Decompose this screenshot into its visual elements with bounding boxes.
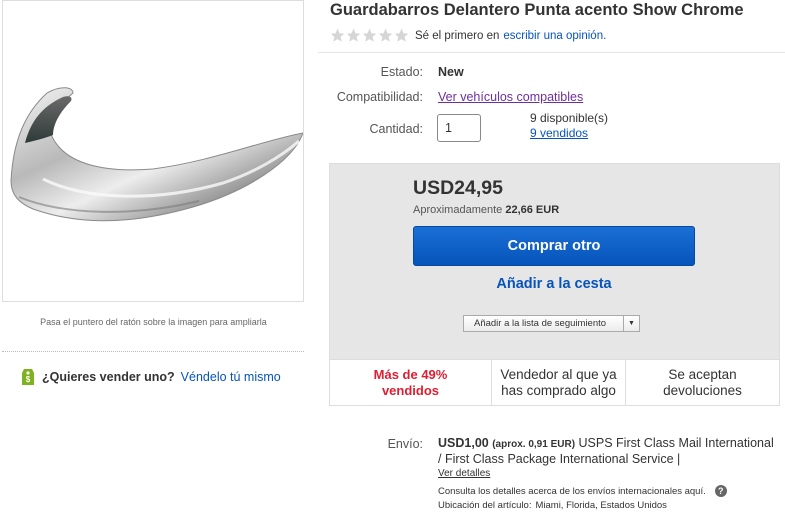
approx-label: Aproximadamente [413,204,503,216]
rating-row: Sé el primero en escribir una opinión. [330,28,606,43]
compat-label: Compatibilidad: [336,90,423,104]
approx-price: Aproximadamente 22,66 EUR [413,204,559,216]
product-image[interactable] [2,0,304,302]
item-location: Ubicación del artículo: Miami, Florida, E… [438,500,667,511]
info-row: Más de 49% vendidos Vendedor al que ya h… [329,360,780,406]
shipping-amount: USD1,00 [438,436,489,450]
sold-count-link[interactable]: 9 vendidos [530,126,588,140]
watchlist-label: Añadir a la lista de seguimiento [474,318,607,329]
sell-it-link[interactable]: Véndelo tú mismo [181,370,281,384]
buy-again-button[interactable]: Comprar otro [413,226,695,266]
sell-one-row: $ ¿Quieres vender uno? Véndelo tú mismo [20,367,281,387]
sell-question: ¿Quieres vender uno? [42,370,175,384]
price-tag-icon: $ [22,369,34,385]
approx-value: 22,66 EUR [505,204,560,216]
divider [318,52,785,53]
product-title: Guardabarros Delantero Punta acento Show… [330,1,744,19]
help-icon[interactable]: ? [714,485,727,497]
location-label: Ubicación del artículo: [438,500,532,511]
svg-text:$: $ [26,375,31,384]
rating-stars [330,28,409,43]
shipping-approx: (aprox. 0,91 EUR) [492,439,576,450]
compat-link[interactable]: Ver vehículos compatibles [438,90,583,104]
shipping-details-link[interactable]: Ver detalles [438,468,490,479]
condition-value: New [438,65,464,79]
rating-text: Sé el primero en [415,29,500,42]
condition-label: Estado: [380,65,423,79]
intl-shipping-note: Consulta los detalles acerca de los enví… [438,485,727,497]
location-value: Miami, Florida, Estados Unidos [535,500,667,511]
shipping-service: USPS First Class Mail International / Fi… [438,436,774,466]
qty-label: Cantidad: [369,122,423,136]
sold-percent: Más de 49% vendidos [373,366,448,398]
add-to-cart-link[interactable]: Añadir a la cesta [413,276,695,292]
price: USD24,95 [413,177,503,199]
zoom-hint: Pasa el puntero del ratón sobre la image… [40,317,267,327]
shipping-label: Envío: [387,437,423,451]
star-icon [346,28,361,42]
quantity-input[interactable]: 1 [437,114,481,142]
returns-info: Se aceptan devoluciones [625,360,779,405]
chevron-down-icon[interactable]: ▼ [623,316,639,331]
star-icon [362,28,377,42]
star-icon [394,28,409,42]
chrome-fender-tip-icon [10,87,303,222]
shipping-info: USD1,00 (aprox. 0,91 EUR) USPS First Cla… [438,436,778,467]
intl-note-text: Consulta los detalles acerca de los enví… [438,485,706,497]
available-count: 9 disponible(s) [530,111,609,125]
write-review-link[interactable]: escribir una opinión. [503,30,606,42]
watchlist-button[interactable]: Añadir a la lista de seguimiento ▼ [463,315,640,332]
star-icon [330,28,345,42]
divider [2,351,304,352]
seller-info: Vendedor al que ya has comprado algo [491,360,625,405]
star-icon [378,28,393,42]
